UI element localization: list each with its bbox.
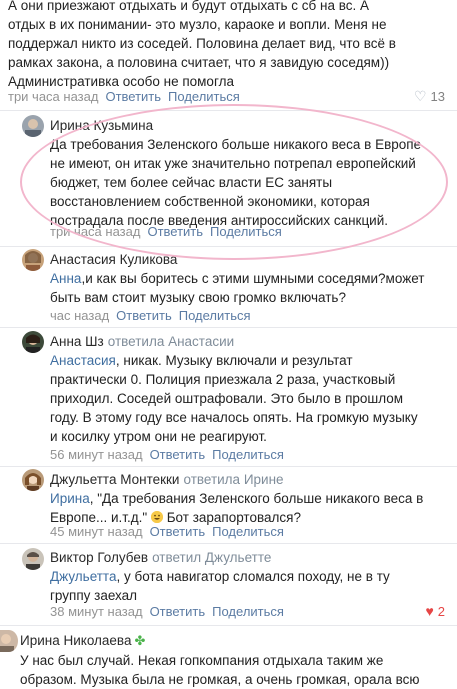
avatar[interactable] [22,249,44,271]
share-link[interactable]: Поделиться [212,524,284,539]
comment-line: Анна,и как вы боритесь с этими шумными с… [50,269,455,288]
like-button[interactable]: ♥ 2 [425,603,445,619]
mention-link[interactable]: Анастасия [50,353,116,368]
timestamp: 38 минут назад [50,604,143,619]
comment-line: году. В этому году все началось опять. Н… [50,410,418,425]
like-button[interactable]: ♡ 13 [414,88,445,105]
comment-meta: час назад Ответить Поделиться [50,307,251,325]
avatar[interactable] [22,548,44,570]
comment-line: Анастасия, никак. Музыку включали и резу… [50,351,455,370]
share-link[interactable]: Поделиться [168,89,240,104]
author-line: Анна Шз ответила Анастасии [50,333,234,351]
author-name[interactable]: Виктор Голубев [50,550,148,565]
reply-link[interactable]: Ответить [150,447,206,462]
comment-text: , "Да требования Зеленского больше никак… [89,491,424,506]
comment-text: , никак. Музыку включали и результат [115,353,353,368]
comment-line: восстановлением собственной экономики, к… [50,194,370,209]
divider [0,543,457,544]
comment-line: отдых в их понимании- это музло, караоке… [8,17,387,32]
timestamp: три часа назад [8,89,99,104]
comment-body: Анна,и как вы боритесь с этими шумными с… [50,269,455,307]
divider [0,327,457,328]
comment-body: Джульетта, у бота навигатор сломался пох… [50,567,455,605]
author-line: Ирина Кузьмина [50,117,153,135]
comment-line: практически 0. Полиция приезжала 2 раза,… [50,372,396,387]
reply-target[interactable]: ответил Джульетте [152,550,271,565]
avatar[interactable] [22,469,44,491]
reply-target[interactable]: ответила Ирине [183,472,283,487]
mention-link[interactable]: Анна [50,271,81,286]
comment-body: Анастасия, никак. Музыку включали и резу… [50,351,455,446]
author-name[interactable]: Ирина Кузьмина [50,118,153,133]
timestamp: три часа назад [50,224,141,239]
author-line: Анастасия Куликова [50,251,177,269]
share-link[interactable]: Поделиться [212,447,284,462]
like-count: 13 [430,89,445,104]
heart-icon: ♥ [425,603,434,619]
comment-line: Да требования Зеленского больше никакого… [50,137,422,152]
reply-link[interactable]: Ответить [150,524,206,539]
share-link[interactable]: Поделиться [210,224,282,239]
comment-line: приходил. Соседей оштрафовали. Это было … [50,391,404,406]
reply-target[interactable]: ответила Анастасии [108,334,234,349]
comment-line: поддержал никто из соседей. Половина дел… [8,36,396,51]
reply-link[interactable]: Ответить [116,308,172,323]
comment-body: Ирина, "Да требования Зеленского больше … [50,489,455,527]
avatar[interactable] [0,630,18,652]
comment-line: рамках закона, а половина считает, что я… [8,55,390,70]
comment-body: У нас был случай. Некая гопкомпания отды… [20,651,457,689]
comment-line: Джульетта, у бота навигатор сломался пох… [50,567,455,586]
reply-link[interactable]: Ответить [105,89,161,104]
mention-link[interactable]: Ирина [50,491,90,506]
comment-line: У нас был случай. Некая гопкомпания отды… [20,653,384,668]
author-name[interactable]: Анастасия Куликова [50,252,177,267]
timestamp: 56 минут назад [50,447,143,462]
avatar[interactable] [22,331,44,353]
avatar[interactable] [22,115,44,137]
comment-line: Ирина, "Да требования Зеленского больше … [50,489,455,508]
comment-body: А они приезжают отдыхать и будут отдыхат… [8,0,453,91]
author-name[interactable]: Ирина Николаева [20,633,131,648]
reply-link[interactable]: Ответить [147,224,203,239]
divider [0,246,457,247]
author-line: Ирина Николаева ✤ [20,632,145,650]
comment-meta: три часа назад Ответить Поделиться [8,88,240,106]
like-count: 2 [437,603,445,619]
comment-line: бюджет, тем более сейчас власти ЕС занят… [50,175,333,190]
author-name[interactable]: Джульетта Монтекки [50,472,179,487]
heart-icon: ♡ [413,88,427,104]
comment-line: не имеют, он итак уже значительно потреп… [50,156,416,171]
share-link[interactable]: Поделиться [179,308,251,323]
divider [0,625,457,626]
comment-meta: 38 минут назад Ответить Поделиться [50,603,284,621]
grin-emoji-icon [150,511,163,523]
author-line: Виктор Голубев ответил Джульетте [50,549,271,567]
author-name[interactable]: Анна Шз [50,334,104,349]
mention-link[interactable]: Джульетта [50,569,116,584]
author-line: Джульетта Монтекки ответила Ирине [50,471,284,489]
clover-icon: ✤ [134,633,146,648]
comment-meta: 56 минут назад Ответить Поделиться [50,446,284,464]
comment-line: образом. Музыка была не громкая, а очень… [20,672,420,687]
divider [0,466,457,467]
timestamp: 45 минут назад [50,524,143,539]
share-link[interactable]: Поделиться [212,604,284,619]
comment-body: Да требования Зеленского больше никакого… [50,135,450,230]
comment-line: и косилку утром они не реагируют. [50,429,267,444]
divider [0,110,457,111]
comment-meta: три часа назад Ответить Поделиться [50,223,282,241]
reply-link[interactable]: Ответить [150,604,206,619]
comment-text: , у бота навигатор сломался походу, не в… [116,569,390,584]
comment-line: быть вам стоит музыку свою громко включа… [50,290,346,305]
comment-text: ,и как вы боритесь с этими шумными сосед… [81,271,425,286]
comment-line: А они приезжают отдыхать и будут отдыхат… [8,0,369,13]
comment-meta: 45 минут назад Ответить Поделиться [50,523,284,541]
timestamp: час назад [50,308,110,323]
